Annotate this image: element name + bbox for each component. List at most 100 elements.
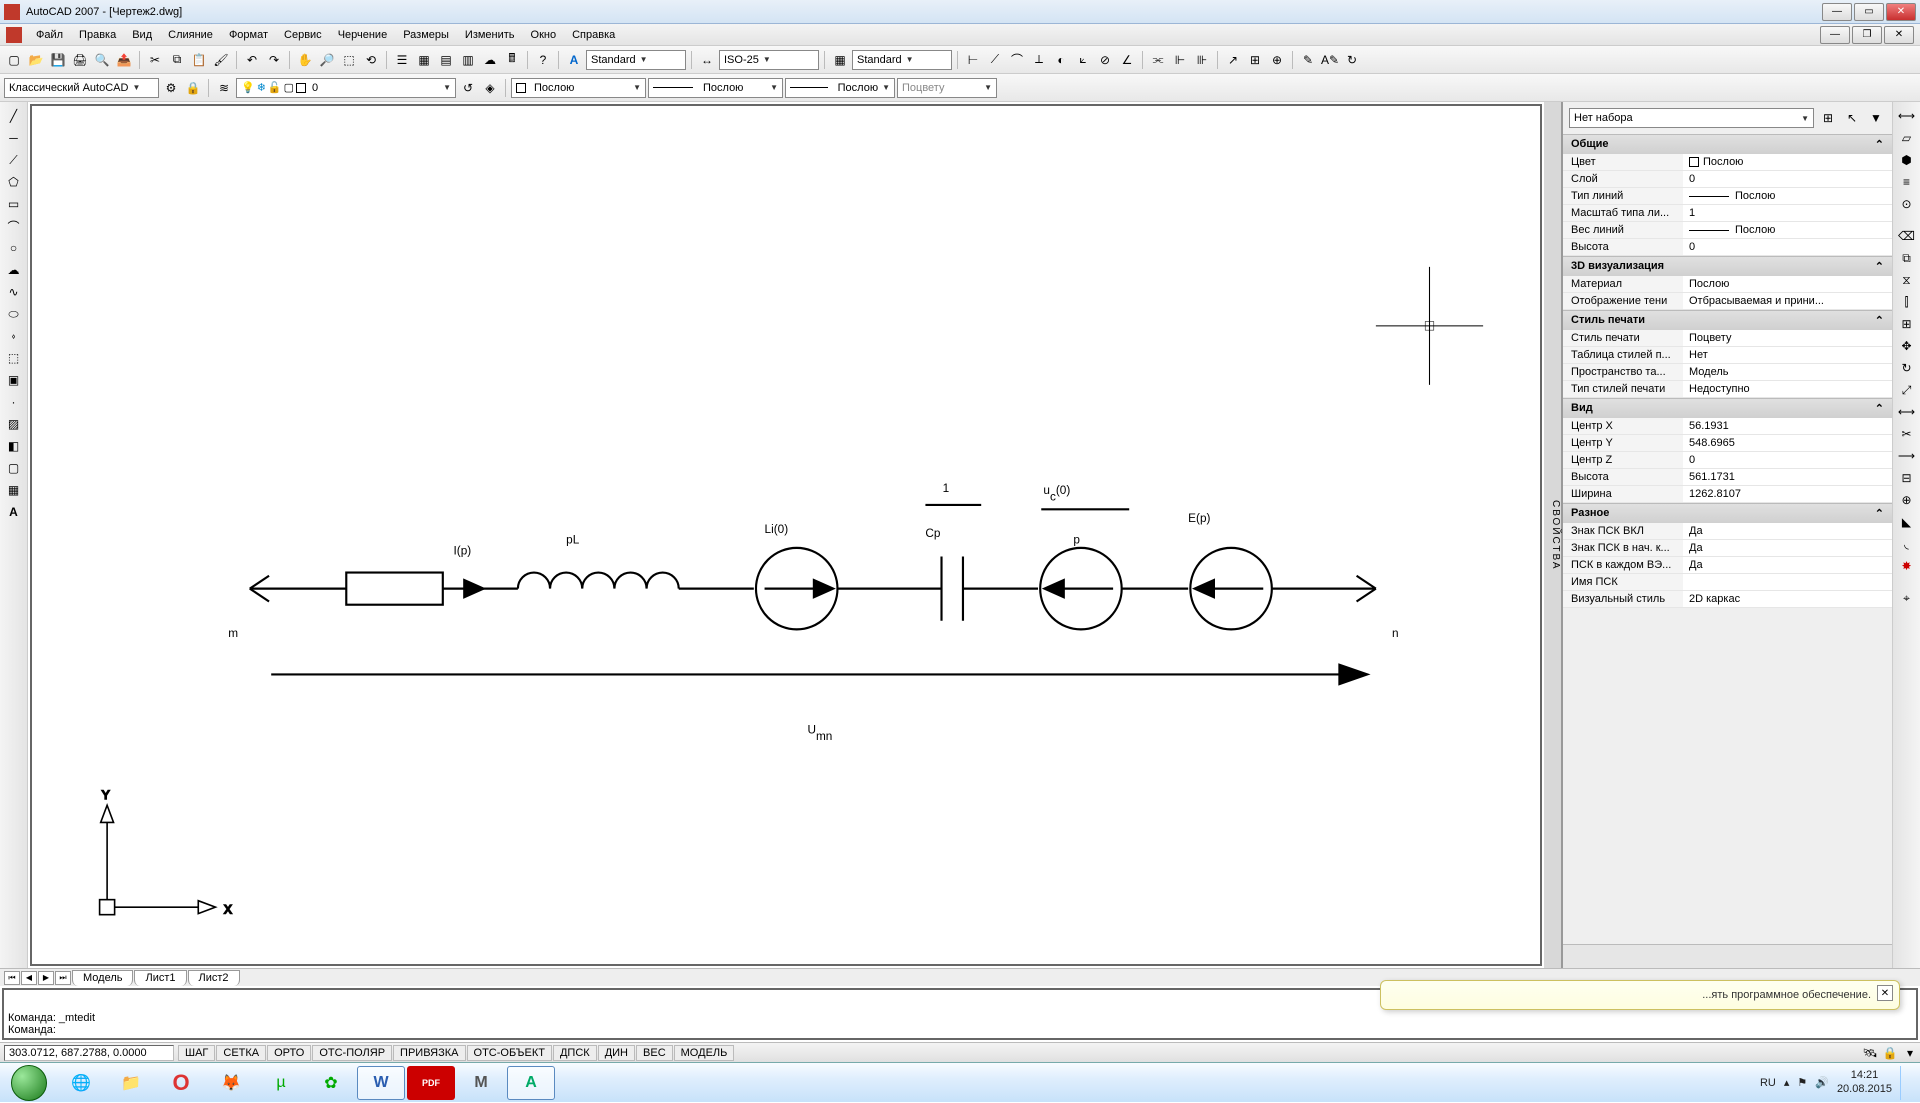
dim-jog-icon[interactable]: ⟀ [1073,50,1093,70]
mtext-icon[interactable]: A [4,502,24,522]
menu-format[interactable]: Формат [221,27,276,43]
open-icon[interactable]: 📂 [26,50,46,70]
textstyle-icon[interactable]: A [564,50,584,70]
prop-cat-3d[interactable]: 3D визуализация⌃ [1563,256,1892,276]
zoom-win-icon[interactable]: ⬚ [339,50,359,70]
extend-icon[interactable]: ⟶ [1897,446,1917,466]
paste-icon[interactable]: 📋 [189,50,209,70]
dist-icon[interactable]: ⟷ [1897,106,1917,126]
color-dropdown[interactable]: Послою▼ [511,78,646,98]
plotstyle-dropdown[interactable]: Поцвету▼ [897,78,997,98]
property-row[interactable]: Знак ПСК в нач. к...Да [1563,540,1892,557]
property-row[interactable]: Знак ПСК ВКЛДа [1563,523,1892,540]
dim-ord-icon[interactable]: ⟂ [1029,50,1049,70]
qcalc-icon[interactable]: 🖩 [502,50,522,70]
property-value[interactable]: Послою [1683,154,1892,170]
status-toggle-орто[interactable]: ОРТО [267,1045,311,1061]
balloon-close-button[interactable]: ✕ [1877,985,1893,1001]
status-toggle-модель[interactable]: МОДЕЛЬ [674,1045,735,1061]
property-value[interactable]: Отбрасываемая и прини... [1683,293,1892,309]
sheetset-icon[interactable]: ▥ [458,50,478,70]
prop-cat-view[interactable]: Вид⌃ [1563,398,1892,418]
join-icon[interactable]: ⊕ [1897,490,1917,510]
menu-merge[interactable]: Слияние [160,27,221,43]
property-value[interactable]: 0 [1683,452,1892,468]
tab-model[interactable]: Модель [72,970,133,986]
property-row[interactable]: Высота561.1731 [1563,469,1892,486]
property-value[interactable]: Да [1683,523,1892,539]
minimize-button[interactable]: — [1822,3,1852,21]
layer-dropdown[interactable]: 💡❄🔓▢ 0▼ [236,78,456,98]
workspace-settings-icon[interactable]: ⚙ [161,78,181,98]
prop-cat-plot[interactable]: Стиль печати⌃ [1563,310,1892,330]
insert-icon[interactable]: ⬚ [4,348,24,368]
tray-settings-icon[interactable]: ▾ [1900,1043,1920,1063]
status-toggle-отс-объект[interactable]: ОТС-ОБЪЕКТ [467,1045,552,1061]
mdi-restore-button[interactable]: ❐ [1852,26,1882,44]
tab-next-button[interactable]: ▶ [38,971,54,985]
property-value[interactable]: 561.1731 [1683,469,1892,485]
array-icon[interactable]: ⊞ [1897,314,1917,334]
pan-icon[interactable]: ✋ [295,50,315,70]
copy-icon[interactable]: ⧉ [167,50,187,70]
textstyle-dropdown[interactable]: Standard▼ [586,50,686,70]
property-row[interactable]: Тип линийПослою [1563,188,1892,205]
property-row[interactable]: Пространство та...Модель [1563,364,1892,381]
gradient-icon[interactable]: ◧ [4,436,24,456]
tab-prev-button[interactable]: ◀ [21,971,37,985]
offset-icon[interactable]: ⫿ [1897,292,1917,312]
help-icon[interactable]: ? [533,50,553,70]
task-ie-icon[interactable]: 🌐 [57,1066,105,1100]
dim-center-icon[interactable]: ⊕ [1267,50,1287,70]
start-button[interactable] [2,1063,56,1103]
mdi-close-button[interactable]: ✕ [1884,26,1914,44]
property-row[interactable]: Стиль печатиПоцвету [1563,330,1892,347]
comm-center-icon[interactable]: 🛰 [1860,1043,1880,1063]
property-value[interactable]: Поцвету [1683,330,1892,346]
task-icq-icon[interactable]: ✿ [307,1066,355,1100]
layer-manager-icon[interactable]: ≋ [214,78,234,98]
app-menu-icon[interactable] [6,27,22,43]
property-row[interactable]: Таблица стилей п...Нет [1563,347,1892,364]
revcloud-icon[interactable]: ☁ [4,260,24,280]
arc-icon[interactable]: ⌒ [4,216,24,236]
qselect-icon[interactable]: ▼ [1866,108,1886,128]
status-toggle-отс-поляр[interactable]: ОТС-ПОЛЯР [312,1045,392,1061]
ellipsearc-icon[interactable]: ⬫ [4,326,24,346]
workspace-lock-icon[interactable]: 🔒 [183,78,203,98]
pline-icon[interactable]: ⟋ [4,150,24,170]
dim-rad-icon[interactable]: ◐ [1051,50,1071,70]
property-row[interactable]: Масштаб типа ли...1 [1563,205,1892,222]
menu-draw[interactable]: Черчение [330,27,396,43]
ucs-icon-btn[interactable]: ⌖ [1897,588,1917,608]
property-value[interactable]: 1 [1683,205,1892,221]
task-opera-icon[interactable]: O [157,1066,205,1100]
scale-icon[interactable]: ⤢ [1897,380,1917,400]
drawing-canvas[interactable]: m n I(p) pL Li(0) 1 Cp uc(0) p E(p) Umn … [30,104,1542,966]
dim-update-icon[interactable]: ↻ [1342,50,1362,70]
property-row[interactable]: ЦветПослою [1563,154,1892,171]
plot-icon[interactable]: 🖨 [70,50,90,70]
tablestyle-dropdown[interactable]: Standard▼ [852,50,952,70]
property-row[interactable]: Визуальный стиль2D каркас [1563,591,1892,608]
region-icon[interactable]: ▢ [4,458,24,478]
task-pdf-icon[interactable]: PDF [407,1066,455,1100]
lineweight-dropdown[interactable]: Послою▼ [785,78,895,98]
dim-dia-icon[interactable]: ⊘ [1095,50,1115,70]
properties-icon[interactable]: ☰ [392,50,412,70]
property-value[interactable]: Нет [1683,347,1892,363]
id-icon[interactable]: ⊙ [1897,194,1917,214]
rotate-icon[interactable]: ↻ [1897,358,1917,378]
property-value[interactable]: Да [1683,540,1892,556]
rectangle-icon[interactable]: ▭ [4,194,24,214]
status-toggle-дпск[interactable]: ДПСК [553,1045,597,1061]
show-desktop-button[interactable] [1900,1066,1910,1100]
task-utorrent-icon[interactable]: µ [257,1066,305,1100]
area-icon[interactable]: ▱ [1897,128,1917,148]
menu-window[interactable]: Окно [523,27,565,43]
coordinate-display[interactable]: 303.0712, 687.2788, 0.0000 [4,1045,174,1061]
property-value[interactable]: 548.6965 [1683,435,1892,451]
property-value[interactable]: 0 [1683,171,1892,187]
property-value[interactable] [1683,574,1892,590]
dim-cont-icon[interactable]: ⊪ [1192,50,1212,70]
